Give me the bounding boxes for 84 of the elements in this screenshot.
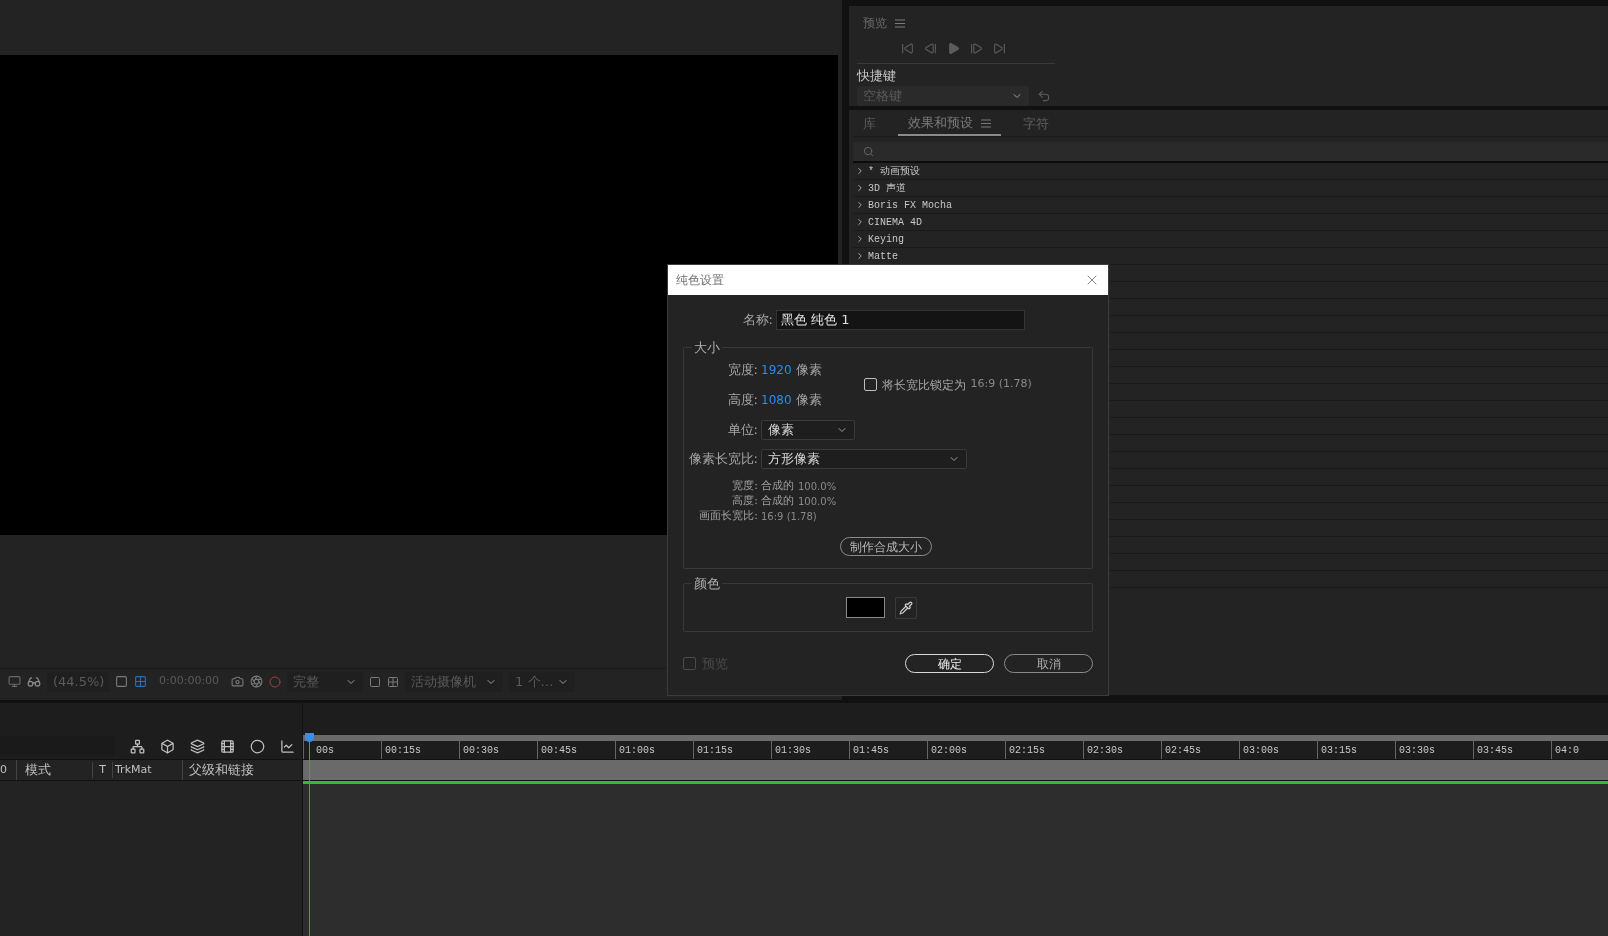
- info-value: 16:9 (1.78): [761, 509, 817, 524]
- menu-icon[interactable]: [981, 118, 991, 128]
- layers-icon[interactable]: [190, 738, 205, 754]
- value-text[interactable]: 1080: [761, 390, 792, 409]
- camera-icon[interactable]: [231, 675, 245, 688]
- glasses-icon[interactable]: [27, 674, 41, 689]
- hierarchy-icon[interactable]: [130, 738, 145, 754]
- monitor-icon[interactable]: [8, 675, 21, 688]
- time-label: 04:0: [1554, 744, 1579, 758]
- film-icon[interactable]: [220, 738, 235, 754]
- info-label: 宽度:: [731, 477, 759, 494]
- search-field[interactable]: [853, 142, 1608, 163]
- time-label: 02:15s: [1008, 744, 1045, 758]
- time-label: 01:00s: [618, 744, 655, 758]
- field-label: 高度:: [726, 390, 759, 409]
- ratio-text: 16:9 (1.78): [970, 376, 1032, 393]
- checkbox[interactable]: [863, 378, 877, 391]
- graph-editor-icon[interactable]: [280, 738, 295, 754]
- eyedropper-icon: [898, 600, 913, 615]
- first-frame-icon[interactable]: [901, 42, 914, 55]
- time-label: 00:30s: [462, 744, 499, 758]
- column-header[interactable]: 父级和链接: [182, 760, 302, 780]
- previous-frame-icon[interactable]: [924, 42, 937, 55]
- field-label: 名称:: [741, 311, 774, 330]
- time-label: 03:45s: [1476, 744, 1513, 758]
- reset-icon[interactable]: [1037, 88, 1051, 103]
- value-text[interactable]: 1920: [761, 360, 792, 379]
- name-field[interactable]: 黑色 纯色 1: [776, 310, 1025, 330]
- next-frame-icon[interactable]: [970, 42, 983, 55]
- effect-category[interactable]: Boris FX Mocha: [853, 197, 1608, 214]
- play-icon[interactable]: [947, 42, 960, 55]
- info-label: 画面长宽比:: [698, 507, 759, 524]
- unit-text: 像素: [795, 390, 822, 409]
- column-header[interactable]: 0: [0, 761, 16, 779]
- pixel-aspect-dropdown[interactable]: 方形像素: [761, 448, 967, 469]
- effect-category[interactable]: CINEMA 4D: [853, 214, 1608, 231]
- time-label: 02:00s: [930, 744, 967, 758]
- last-frame-icon[interactable]: [993, 42, 1006, 55]
- info-label: 高度:: [731, 492, 759, 509]
- menu-icon[interactable]: [895, 18, 905, 28]
- time-label: 00s: [315, 744, 334, 758]
- unit-text: 像素: [795, 360, 822, 379]
- shortcut-label: 快捷键: [857, 67, 897, 85]
- time-label: 01:15s: [696, 744, 733, 758]
- info-text: 合成的: [761, 492, 794, 509]
- channels-icon[interactable]: [269, 675, 282, 688]
- info-value: 100.0%: [798, 479, 837, 494]
- safe-area-icon[interactable]: [369, 675, 382, 688]
- units-dropdown[interactable]: 像素: [761, 419, 855, 440]
- aperture-icon[interactable]: [250, 675, 264, 688]
- info-value: 100.0%: [798, 494, 837, 509]
- grid-icon[interactable]: [134, 675, 147, 688]
- time-label: 01:45s: [852, 744, 889, 758]
- checkbox-label[interactable]: 将长宽比锁定为: [881, 375, 966, 394]
- time-label: 00:15s: [384, 744, 421, 758]
- time-label: 02:30s: [1086, 744, 1123, 758]
- time-label: 00:45s: [540, 744, 577, 758]
- column-header[interactable]: TrkMat: [112, 761, 182, 779]
- eyedropper-button[interactable]: [894, 596, 917, 619]
- cube-icon[interactable]: [160, 738, 175, 754]
- field-label: 单位:: [726, 420, 759, 439]
- group-title: 颜色: [693, 575, 721, 593]
- time-label: 01:30s: [774, 744, 811, 758]
- effect-category[interactable]: * 动画预设: [853, 163, 1608, 180]
- time-label: 03:15s: [1320, 744, 1357, 758]
- effect-category[interactable]: 3D 声道: [853, 180, 1608, 197]
- time-label: 03:30s: [1398, 744, 1435, 758]
- playhead[interactable]: [305, 733, 314, 936]
- color-swatch[interactable]: [845, 597, 885, 618]
- field-label: 宽度:: [726, 360, 759, 379]
- region-icon[interactable]: [115, 675, 128, 688]
- effect-category[interactable]: Keying: [853, 231, 1608, 248]
- info-text: 合成的: [761, 477, 794, 494]
- panel-tab[interactable]: 效果和预设: [898, 112, 1001, 136]
- window-title: 纯色设置: [676, 272, 724, 289]
- time-label: 03:00s: [1242, 744, 1279, 758]
- time-label: 02:45s: [1164, 744, 1201, 758]
- field-label: 像素长宽比:: [687, 449, 759, 468]
- column-header[interactable]: 模式: [16, 760, 92, 780]
- search-icon: [863, 146, 874, 157]
- transparency-grid-icon[interactable]: [387, 675, 400, 688]
- group-title: 大小: [693, 339, 721, 357]
- layer-duration-bar[interactable]: [303, 759, 1608, 781]
- column-header[interactable]: T: [92, 761, 112, 779]
